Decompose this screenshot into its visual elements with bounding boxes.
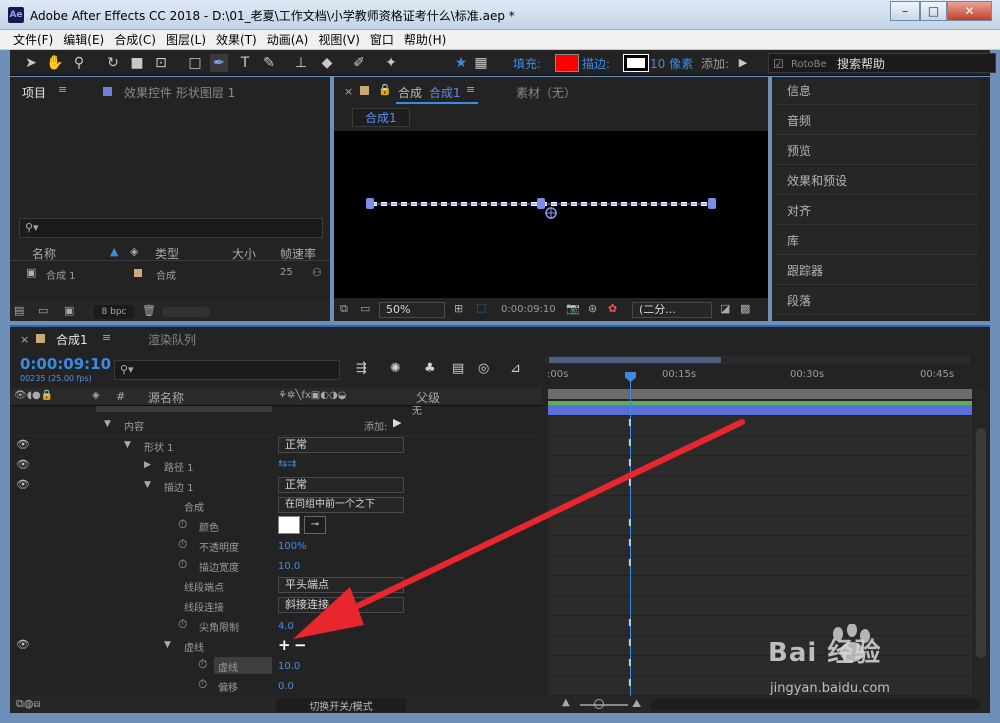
baidu-watermark: Bai 经验 — [768, 622, 964, 670]
watermark-url: jingyan.baidu.com — [770, 681, 890, 696]
annotation-arrow — [293, 419, 745, 639]
watermark-brand: Bai 经验 — [768, 638, 882, 668]
